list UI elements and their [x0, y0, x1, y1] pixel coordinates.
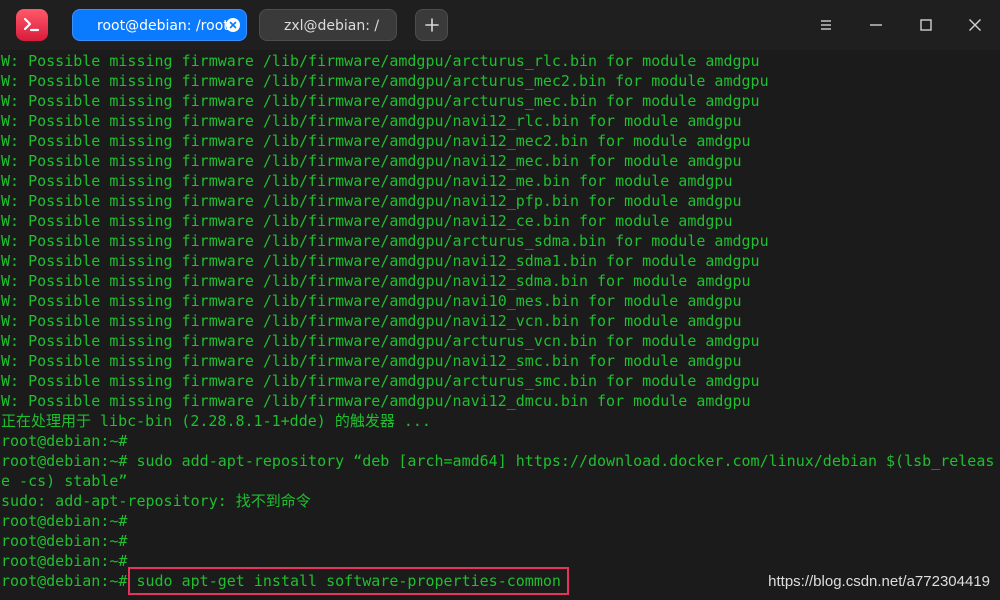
tab-root-debian[interactable]: root@debian: /root	[72, 9, 247, 41]
menu-button[interactable]	[814, 13, 838, 37]
terminal-line: W: Possible missing firmware /lib/firmwa…	[1, 312, 742, 330]
terminal-line: W: Possible missing firmware /lib/firmwa…	[1, 392, 751, 410]
terminal-line: W: Possible missing firmware /lib/firmwa…	[1, 92, 760, 110]
close-window-button[interactable]	[963, 13, 987, 37]
terminal-output[interactable]: W: Possible missing firmware /lib/firmwa…	[0, 50, 1000, 600]
terminal-line: root@debian:~#	[1, 512, 128, 530]
shell-prompt: root@debian:~#	[1, 572, 128, 590]
terminal-line: 正在处理用于 libc-bin (2.28.8.1-1+dde) 的触发器 ..…	[1, 412, 431, 430]
plus-icon	[425, 18, 439, 32]
add-tab-button[interactable]	[415, 9, 448, 41]
tab-zxl-debian[interactable]: zxl@debian: /	[259, 9, 397, 41]
close-icon	[969, 19, 981, 31]
terminal-line: W: Possible missing firmware /lib/firmwa…	[1, 332, 760, 350]
tab-label: zxl@debian: /	[284, 18, 380, 34]
terminal-line: W: Possible missing firmware /lib/firmwa…	[1, 352, 742, 370]
terminal-line: sudo: add-apt-repository: 找不到命令	[1, 492, 311, 510]
terminal-line: W: Possible missing firmware /lib/firmwa…	[1, 72, 769, 90]
terminal-line: W: Possible missing firmware /lib/firmwa…	[1, 272, 751, 290]
terminal-line: root@debian:~# sudo add-apt-repository “…	[1, 452, 995, 470]
watermark-url: https://blog.csdn.net/a772304419	[768, 573, 990, 590]
terminal-line: W: Possible missing firmware /lib/firmwa…	[1, 172, 733, 190]
minimize-icon	[870, 24, 882, 26]
maximize-button[interactable]	[914, 13, 938, 37]
terminal-line: W: Possible missing firmware /lib/firmwa…	[1, 212, 733, 230]
terminal-line: W: Possible missing firmware /lib/firmwa…	[1, 192, 742, 210]
maximize-icon	[920, 19, 932, 31]
close-tab-icon[interactable]	[226, 18, 240, 32]
tab-label: root@debian: /root	[97, 18, 229, 34]
terminal-line: e -cs) stable”	[1, 472, 128, 490]
terminal-line: W: Possible missing firmware /lib/firmwa…	[1, 112, 742, 130]
minimize-button[interactable]	[864, 13, 888, 37]
terminal-line: W: Possible missing firmware /lib/firmwa…	[1, 232, 769, 250]
terminal-line: W: Possible missing firmware /lib/firmwa…	[1, 132, 751, 150]
title-bar: root@debian: /root zxl@debian: /	[0, 0, 1000, 50]
terminal-line: root@debian:~#	[1, 432, 128, 450]
hamburger-menu-icon	[821, 20, 831, 30]
terminal-app-icon[interactable]	[16, 9, 48, 41]
command-highlight-box	[128, 567, 569, 595]
terminal-line: W: Possible missing firmware /lib/firmwa…	[1, 372, 760, 390]
terminal-line: root@debian:~#	[1, 552, 128, 570]
terminal-line: W: Possible missing firmware /lib/firmwa…	[1, 292, 742, 310]
terminal-line: W: Possible missing firmware /lib/firmwa…	[1, 152, 742, 170]
terminal-line: W: Possible missing firmware /lib/firmwa…	[1, 252, 760, 270]
terminal-line: root@debian:~#	[1, 532, 128, 550]
terminal-line: W: Possible missing firmware /lib/firmwa…	[1, 52, 760, 70]
